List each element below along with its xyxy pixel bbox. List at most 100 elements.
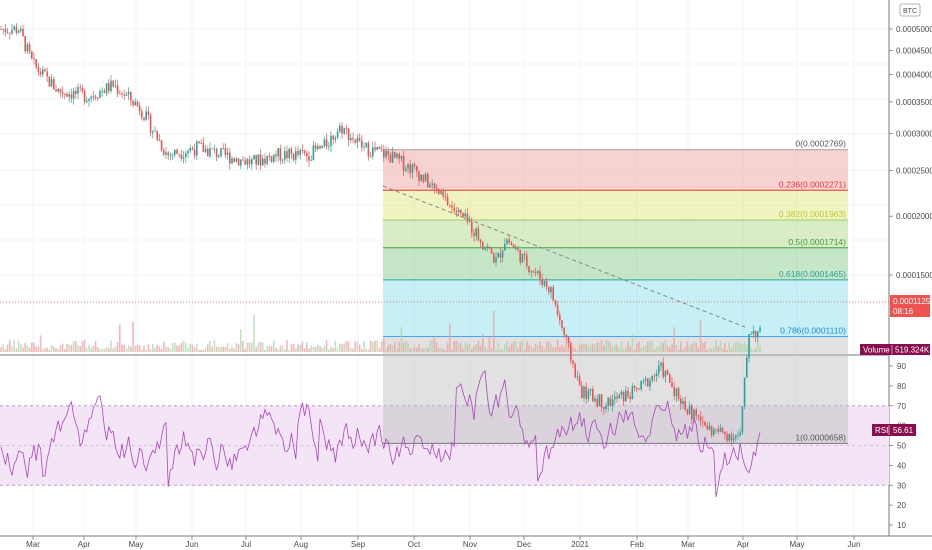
volume-bar: [486, 348, 488, 352]
candle-body: [35, 59, 37, 68]
volume-bar: [233, 348, 235, 352]
price-tick-label: 0.0005000: [896, 25, 932, 34]
volume-bar: [242, 340, 244, 352]
volume-bar: [543, 348, 546, 352]
volume-bar: [537, 345, 539, 352]
candle-body: [495, 257, 497, 263]
time-tick-label: Mar: [681, 540, 695, 549]
candle-body: [207, 148, 209, 157]
candle-body: [741, 406, 744, 433]
candle-body: [757, 331, 759, 338]
candle-body: [273, 154, 275, 162]
candle-body: [61, 92, 64, 94]
candle-body: [220, 148, 222, 157]
candle-body: [383, 149, 385, 158]
volume-bar: [600, 340, 603, 352]
volume-bar: [163, 341, 165, 352]
volume-bar: [180, 342, 183, 352]
candle-body: [512, 244, 515, 249]
volume-bar: [295, 348, 297, 352]
candle-body: [297, 151, 299, 155]
volume-bar: [15, 348, 18, 352]
volume-bar: [334, 340, 337, 352]
candle-body: [39, 71, 42, 75]
candle-body: [143, 117, 145, 120]
chart-canvas[interactable]: 0(0.0002769) 0.236(0.0002271) 0.382(0.0001…: [0, 0, 932, 550]
volume-bar: [42, 348, 44, 352]
volume-bar: [48, 349, 51, 352]
candle-body: [174, 149, 176, 155]
candle-body: [726, 434, 728, 441]
volume-bar: [563, 347, 565, 352]
candle-body: [400, 156, 403, 159]
symbol-badge[interactable]: BTC: [899, 3, 921, 17]
volume-bar: [484, 345, 486, 352]
volume-bar: [554, 347, 557, 352]
candle-body: [328, 146, 330, 148]
candle-body: [147, 111, 150, 115]
volume-bar: [501, 349, 504, 352]
volume-bar: [422, 348, 425, 352]
candle-body: [543, 280, 546, 286]
candle-body: [642, 380, 645, 382]
volume-bar: [0, 347, 2, 352]
volume-bar: [266, 345, 268, 352]
candle-body: [336, 131, 339, 138]
candle-body: [486, 246, 488, 248]
time-axis[interactable]: Mar Apr May Jun Jul Aug Sep Oct Nov Dec 2021 Feb Mar…: [26, 536, 860, 549]
volume-bar: [682, 349, 684, 352]
candle-body: [343, 128, 345, 134]
volume-bar: [286, 340, 288, 352]
candle-body: [647, 378, 649, 387]
candle-body: [627, 390, 629, 397]
candle-body: [270, 156, 273, 162]
volume-bar: [490, 347, 493, 352]
time-tick-label: Mar: [26, 540, 40, 549]
rsi-tick-label: 20: [897, 501, 906, 510]
volume-bar: [121, 344, 123, 352]
volume-tag-label: Volume: [863, 346, 890, 355]
candle-body: [92, 96, 95, 98]
volume-bar: [229, 348, 231, 352]
candle-body: [365, 142, 367, 147]
candle-body: [554, 300, 557, 305]
candle-body: [306, 153, 308, 157]
volume-bar: [66, 343, 68, 352]
candle-body: [244, 160, 246, 165]
candle-body: [539, 271, 541, 280]
candle-body: [314, 145, 317, 150]
candle-body: [600, 394, 603, 408]
volume-bar: [655, 346, 658, 352]
candle-body: [490, 248, 493, 254]
candle-body: [251, 159, 253, 165]
volume-bar: [719, 340, 722, 352]
volume-bar: [319, 346, 321, 352]
volume-bar: [671, 344, 673, 352]
candle-body: [0, 29, 2, 30]
candle-body: [622, 391, 625, 402]
candle-body: [433, 183, 436, 188]
volume-bar: [244, 348, 246, 352]
volume-bar: [416, 347, 418, 352]
volume-bar: [339, 343, 341, 352]
candle-body: [424, 173, 427, 182]
candle-body: [730, 434, 733, 441]
rsi-axis[interactable]: 908070605040302010: [889, 362, 906, 530]
rsi-tick-label: 70: [897, 402, 906, 411]
price-axis[interactable]: 0.0005000 0.0004500 0.0004000 0.0003500 0.00…: [889, 25, 932, 280]
candle-body: [9, 32, 11, 34]
volume-bar: [204, 347, 207, 352]
candle-body: [26, 44, 29, 52]
candle-body: [669, 374, 671, 383]
volume-bar: [396, 347, 398, 352]
candle-body: [112, 80, 114, 87]
candle-body: [50, 79, 53, 87]
candle-body: [517, 248, 519, 251]
volume-bar: [704, 341, 706, 352]
candle-body: [633, 386, 636, 388]
candle-body: [11, 29, 13, 34]
candle-body: [37, 67, 40, 72]
candle-body: [231, 158, 233, 164]
candle-body: [248, 159, 251, 165]
candle-body: [671, 382, 673, 388]
